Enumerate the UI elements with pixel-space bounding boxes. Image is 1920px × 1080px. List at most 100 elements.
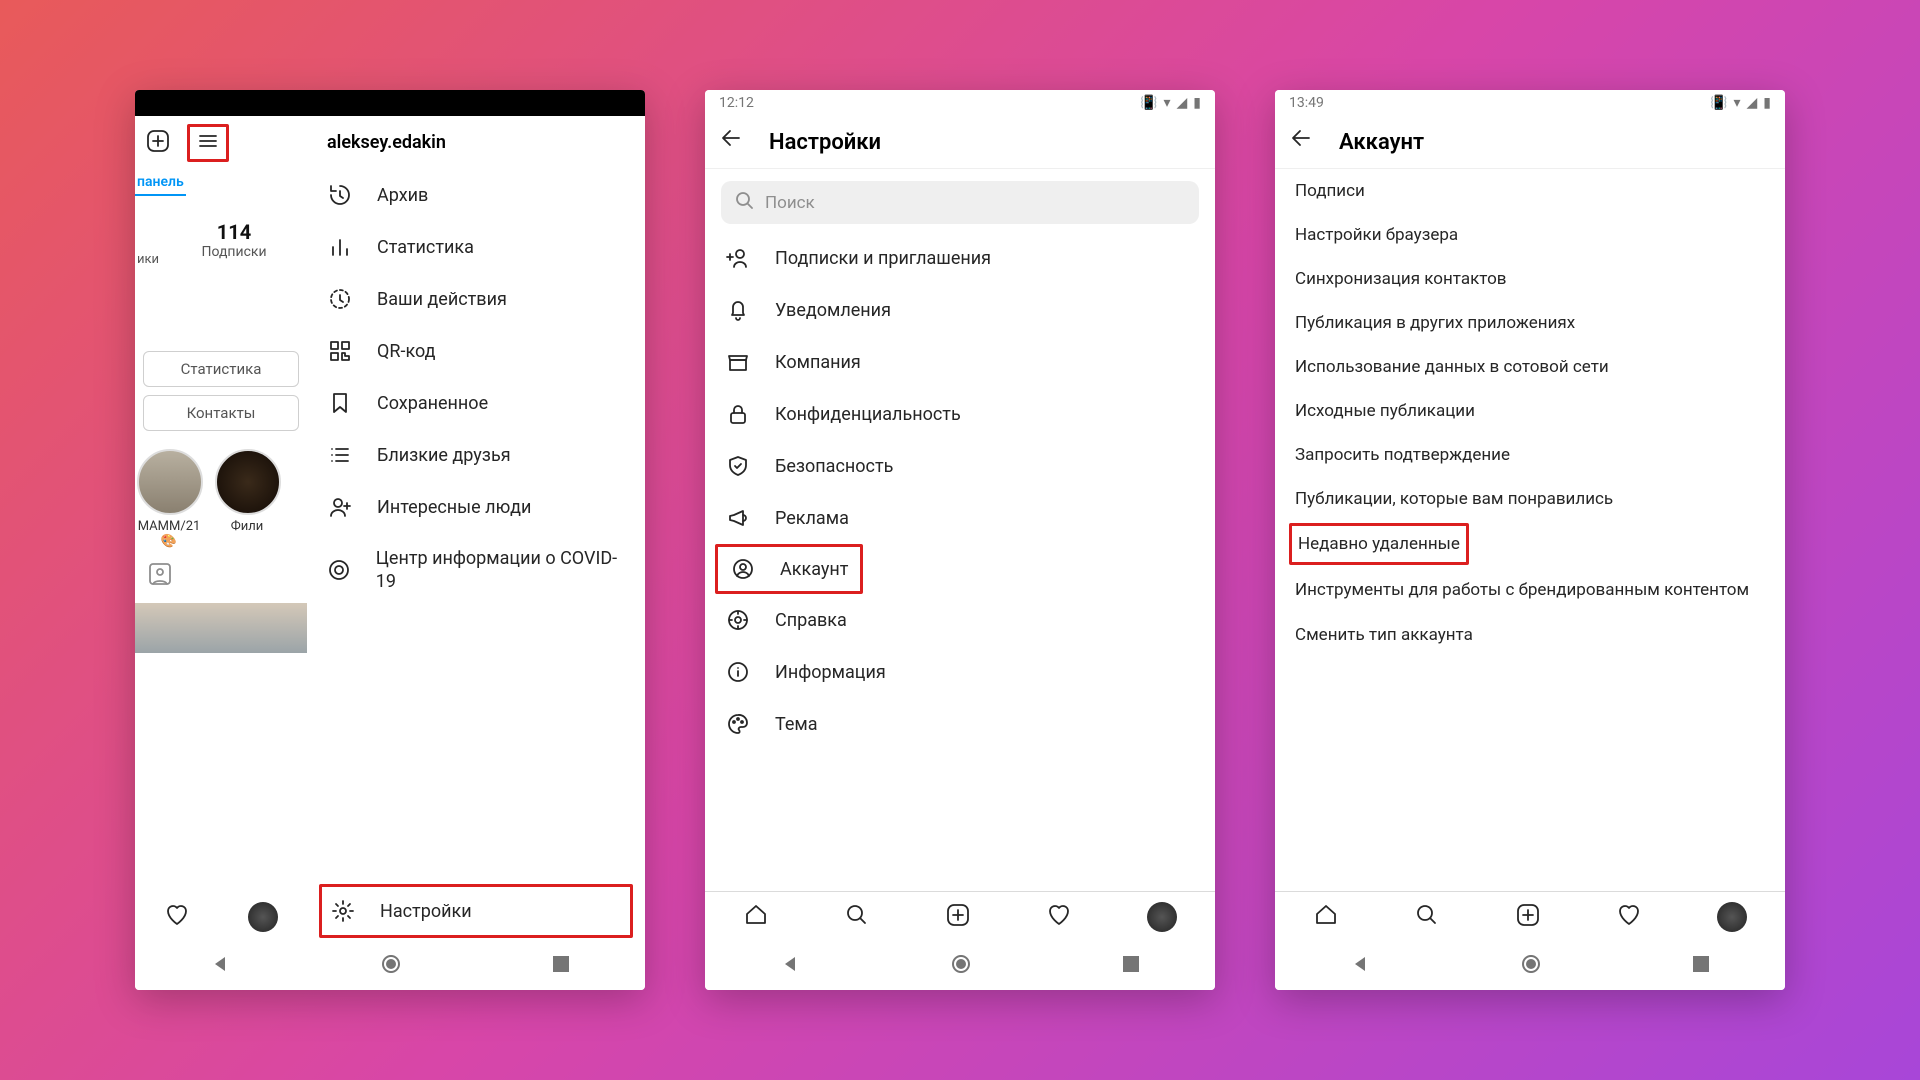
- settings-business[interactable]: Компания: [705, 336, 1215, 388]
- nav-profile-avatar[interactable]: [1717, 902, 1747, 932]
- new-post-icon[interactable]: [145, 128, 171, 158]
- status-time: 13:49: [1289, 95, 1324, 111]
- sysnav-recent-icon[interactable]: [553, 956, 569, 976]
- sysnav-home-icon[interactable]: [1521, 954, 1541, 978]
- settings-follow[interactable]: Подписки и приглашения: [705, 232, 1215, 284]
- account-switch-type[interactable]: Сменить тип аккаунта: [1275, 613, 1785, 657]
- settings-search[interactable]: Поиск: [721, 181, 1199, 224]
- settings-account[interactable]: Аккаунт: [718, 547, 860, 591]
- settings-header: Настройки: [705, 116, 1215, 169]
- profile-background-left: панель ики 114 Подписки Статистика Конта…: [135, 116, 307, 942]
- nav-home-icon[interactable]: [743, 902, 769, 932]
- lock-icon: [725, 402, 751, 426]
- sysnav-home-icon[interactable]: [951, 954, 971, 978]
- chart-icon: [327, 235, 353, 259]
- status-time: 12:12: [719, 95, 754, 111]
- insights-button[interactable]: Статистика: [143, 351, 299, 387]
- nav-activity-icon[interactable]: [1616, 902, 1642, 932]
- account-item-browser[interactable]: Настройки браузера: [1275, 213, 1785, 257]
- menu-discover-people[interactable]: Интересные люди: [307, 481, 645, 533]
- settings-ads[interactable]: Реклама: [705, 492, 1215, 544]
- signal-icon: ◢: [1177, 95, 1188, 111]
- wifi-icon: ▾: [1163, 95, 1170, 111]
- account-item-liked[interactable]: Публикации, которые вам понравились: [1275, 477, 1785, 521]
- sysnav-home-icon[interactable]: [381, 954, 401, 978]
- vibrate-icon: 📳: [1140, 95, 1157, 111]
- nav-activity-icon[interactable]: [1046, 902, 1072, 932]
- search-icon: [735, 191, 753, 214]
- account-item-verification[interactable]: Запросить подтверждение: [1275, 433, 1785, 477]
- menu-covid[interactable]: Центр информации о COVID-19: [307, 533, 645, 608]
- activity-icon: [327, 287, 353, 311]
- screen-profile-menu: панель ики 114 Подписки Статистика Конта…: [135, 90, 645, 990]
- bell-icon: [725, 298, 751, 322]
- covid-icon: [327, 558, 352, 582]
- menu-activity[interactable]: Ваши действия: [307, 273, 645, 325]
- grid-photo-preview[interactable]: [135, 603, 307, 653]
- following-count[interactable]: 114: [161, 220, 307, 244]
- nav-profile-avatar[interactable]: [1147, 902, 1177, 932]
- nav-new-icon[interactable]: [945, 902, 971, 932]
- dashboard-tab[interactable]: панель: [135, 170, 186, 196]
- story-highlight-1[interactable]: МАММ/21 🎨: [137, 449, 201, 549]
- settings-notifications[interactable]: Уведомления: [705, 284, 1215, 336]
- qr-icon: [327, 339, 353, 363]
- nav-home-icon[interactable]: [1313, 902, 1339, 932]
- account-title: Аккаунт: [1339, 130, 1771, 155]
- nav-search-icon[interactable]: [1414, 902, 1440, 932]
- signal-icon: ◢: [1747, 95, 1758, 111]
- nav-activity-icon[interactable]: [164, 902, 190, 932]
- contacts-button[interactable]: Контакты: [143, 395, 299, 431]
- account-item-cellular[interactable]: Использование данных в сотовой сети: [1275, 345, 1785, 389]
- sysnav-back-icon[interactable]: [211, 955, 229, 977]
- bottom-nav: [705, 891, 1215, 942]
- sysnav-back-icon[interactable]: [781, 955, 799, 977]
- following-label: Подписки: [161, 244, 307, 261]
- sysnav-back-icon[interactable]: [1351, 955, 1369, 977]
- list-icon: [327, 443, 353, 467]
- system-nav: [705, 942, 1215, 990]
- back-icon[interactable]: [719, 126, 745, 158]
- search-placeholder: Поиск: [765, 193, 815, 213]
- nav-profile-avatar[interactable]: [248, 902, 278, 932]
- account-item-contacts-sync[interactable]: Синхронизация контактов: [1275, 257, 1785, 301]
- menu-qr[interactable]: QR-код: [307, 325, 645, 377]
- screen-account: 13:49 📳 ▾ ◢ ▮ Аккаунт Подписи Настройки …: [1275, 90, 1785, 990]
- account-icon: [730, 557, 756, 581]
- settings-help[interactable]: Справка: [705, 594, 1215, 646]
- person-add-icon: [327, 495, 353, 519]
- account-item-sharing[interactable]: Публикация в других приложениях: [1275, 301, 1785, 345]
- hamburger-icon[interactable]: [196, 141, 220, 157]
- menu-archive[interactable]: Архив: [307, 169, 645, 221]
- megaphone-icon: [725, 506, 751, 530]
- settings-theme[interactable]: Тема: [705, 698, 1215, 750]
- account-header: Аккаунт: [1275, 116, 1785, 169]
- sysnav-recent-icon[interactable]: [1123, 956, 1139, 976]
- person-add-icon: [725, 246, 751, 270]
- account-item-branded[interactable]: Инструменты для работы с брендированным …: [1275, 567, 1785, 613]
- story-highlight-2[interactable]: Фили: [215, 449, 279, 549]
- shop-icon: [725, 350, 751, 374]
- vibrate-icon: 📳: [1710, 95, 1727, 111]
- tagged-tab-icon[interactable]: [147, 575, 173, 591]
- wifi-icon: ▾: [1733, 95, 1740, 111]
- followers-label-partial: ики: [135, 198, 161, 267]
- menu-saved[interactable]: Сохраненное: [307, 377, 645, 429]
- menu-settings[interactable]: Настройки: [322, 887, 630, 935]
- nav-search-icon[interactable]: [844, 902, 870, 932]
- statusbar-black: [135, 90, 645, 116]
- account-item-original[interactable]: Исходные публикации: [1275, 389, 1785, 433]
- account-item-recently-deleted[interactable]: Недавно удаленные: [1292, 526, 1466, 562]
- menu-close-friends[interactable]: Близкие друзья: [307, 429, 645, 481]
- settings-about[interactable]: Информация: [705, 646, 1215, 698]
- recently-deleted-highlight: Недавно удаленные: [1289, 523, 1469, 565]
- nav-new-icon[interactable]: [1515, 902, 1541, 932]
- battery-icon: ▮: [1193, 95, 1201, 111]
- settings-security[interactable]: Безопасность: [705, 440, 1215, 492]
- settings-privacy[interactable]: Конфиденциальность: [705, 388, 1215, 440]
- sysnav-recent-icon[interactable]: [1693, 956, 1709, 976]
- back-icon[interactable]: [1289, 126, 1315, 158]
- palette-icon: [725, 712, 751, 736]
- account-item-captions[interactable]: Подписи: [1275, 169, 1785, 213]
- menu-insights[interactable]: Статистика: [307, 221, 645, 273]
